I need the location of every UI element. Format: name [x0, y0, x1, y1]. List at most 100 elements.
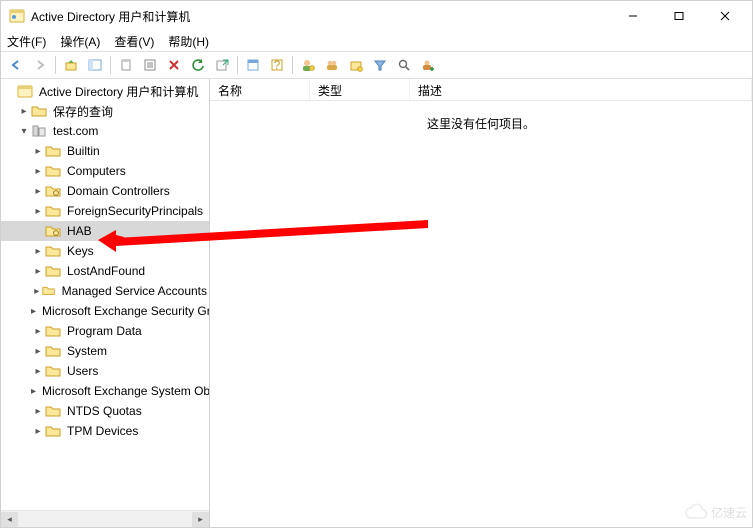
tree-domain-controllers[interactable]: ▸ Domain Controllers: [1, 181, 209, 201]
expand-icon[interactable]: ▸: [31, 366, 45, 377]
tree-program-data[interactable]: ▸ Program Data: [1, 321, 209, 341]
folder-icon: [45, 263, 61, 279]
cut-icon[interactable]: [115, 54, 137, 76]
expand-icon[interactable]: ▸: [31, 286, 42, 297]
tree-label: Program Data: [65, 324, 144, 338]
folder-icon: [45, 163, 61, 179]
back-button[interactable]: [5, 54, 27, 76]
window-buttons: [610, 1, 748, 31]
tree-label: TPM Devices: [65, 424, 140, 438]
tree-label: 保存的查询: [51, 103, 115, 120]
collapse-icon[interactable]: ▾: [17, 126, 31, 137]
expand-icon[interactable]: ▸: [31, 346, 45, 357]
menu-file[interactable]: 文件(F): [7, 33, 46, 50]
menu-action[interactable]: 操作(A): [60, 33, 100, 50]
domain-icon: [31, 123, 47, 139]
tree-label: Users: [65, 364, 100, 378]
folder-icon: [45, 403, 61, 419]
tree-label: Builtin: [65, 144, 102, 158]
expand-icon[interactable]: ▸: [31, 426, 45, 437]
copy-icon[interactable]: [139, 54, 161, 76]
folder-icon: [45, 323, 61, 339]
tree-root[interactable]: Active Directory 用户和计算机: [1, 81, 209, 101]
up-button[interactable]: [60, 54, 82, 76]
col-desc[interactable]: 描述: [410, 79, 752, 100]
show-hide-tree-button[interactable]: [84, 54, 106, 76]
toolbar: ?: [1, 51, 752, 79]
tree-lostandfound[interactable]: ▸ LostAndFound: [1, 261, 209, 281]
expand-icon[interactable]: ▸: [31, 306, 36, 317]
menu-help[interactable]: 帮助(H): [168, 33, 209, 50]
maximize-button[interactable]: [656, 1, 702, 31]
expand-icon[interactable]: ▸: [17, 106, 31, 117]
refresh-icon[interactable]: [187, 54, 209, 76]
folder-icon: [45, 203, 61, 219]
folder-icon: [31, 103, 47, 119]
expand-icon[interactable]: ▸: [31, 206, 45, 217]
tree-computers[interactable]: ▸Computers: [1, 161, 209, 181]
export-icon[interactable]: [211, 54, 233, 76]
new-group-icon[interactable]: [321, 54, 343, 76]
ou-icon: [45, 183, 61, 199]
folder-icon: [45, 363, 61, 379]
tree-ntds-quotas[interactable]: ▸ NTDS Quotas: [1, 401, 209, 421]
folder-icon: [45, 243, 61, 259]
folder-icon: [42, 283, 55, 299]
tree-label: NTDS Quotas: [65, 404, 144, 418]
scroll-left-icon[interactable]: ◂: [1, 512, 18, 527]
list-header: 名称 类型 描述: [210, 79, 752, 101]
col-name[interactable]: 名称: [210, 79, 310, 100]
menu-view[interactable]: 查看(V): [114, 33, 154, 50]
minimize-button[interactable]: [610, 1, 656, 31]
empty-message: 这里没有任何项目。: [210, 115, 752, 132]
tree-saved-queries[interactable]: ▸ 保存的查询: [1, 101, 209, 121]
delete-icon[interactable]: [163, 54, 185, 76]
expand-icon[interactable]: ▸: [31, 166, 45, 177]
expand-icon[interactable]: ▸: [31, 186, 45, 197]
tree-ms-exchange-security[interactable]: ▸ Microsoft Exchange Security Groups: [1, 301, 209, 321]
add-to-group-icon[interactable]: [417, 54, 439, 76]
watermark-text: 亿速云: [711, 504, 747, 521]
folder-icon: [45, 343, 61, 359]
expand-icon[interactable]: ▸: [31, 266, 45, 277]
aduc-icon: [17, 83, 33, 99]
tree-keys[interactable]: ▸Keys: [1, 241, 209, 261]
tree-hab[interactable]: HAB: [1, 221, 209, 241]
watermark: 亿速云: [684, 500, 747, 524]
tree-tpm-devices[interactable]: ▸ TPM Devices: [1, 421, 209, 441]
horizontal-scrollbar[interactable]: ◂ ▸: [1, 510, 209, 527]
new-user-icon[interactable]: [297, 54, 319, 76]
close-button[interactable]: [702, 1, 748, 31]
tree-label: Domain Controllers: [65, 184, 172, 198]
expand-icon[interactable]: ▸: [31, 386, 36, 397]
toolbar-separator: [55, 56, 56, 74]
expand-icon[interactable]: ▸: [31, 326, 45, 337]
tree-label: test.com: [51, 124, 100, 138]
forward-button[interactable]: [29, 54, 51, 76]
expand-icon[interactable]: ▸: [31, 406, 45, 417]
tree[interactable]: Active Directory 用户和计算机 ▸ 保存的查询 ▾ test.c…: [1, 79, 209, 510]
help-icon[interactable]: ?: [266, 54, 288, 76]
expand-icon[interactable]: ▸: [31, 246, 45, 257]
tree-system[interactable]: ▸System: [1, 341, 209, 361]
tree-label: Microsoft Exchange Security Groups: [40, 304, 209, 318]
toolbar-separator: [110, 56, 111, 74]
tree-fsp[interactable]: ▸ForeignSecurityPrincipals: [1, 201, 209, 221]
tree-msa[interactable]: ▸ Managed Service Accounts: [1, 281, 209, 301]
tree-label: Microsoft Exchange System Objects: [40, 384, 209, 398]
scroll-right-icon[interactable]: ▸: [192, 512, 209, 527]
new-ou-icon[interactable]: [345, 54, 367, 76]
svg-text:?: ?: [274, 58, 281, 72]
tree-ms-exchange-sys[interactable]: ▸ Microsoft Exchange System Objects: [1, 381, 209, 401]
folder-icon: [45, 143, 61, 159]
tree-label: LostAndFound: [65, 264, 147, 278]
tree-builtin[interactable]: ▸ Builtin: [1, 141, 209, 161]
properties-icon[interactable]: [242, 54, 264, 76]
col-type[interactable]: 类型: [310, 79, 410, 100]
expand-icon[interactable]: ▸: [31, 146, 45, 157]
tree-domain[interactable]: ▾ test.com: [1, 121, 209, 141]
filter-icon[interactable]: [369, 54, 391, 76]
find-icon[interactable]: [393, 54, 415, 76]
tree-label: Managed Service Accounts: [60, 284, 209, 298]
tree-users[interactable]: ▸ Users: [1, 361, 209, 381]
